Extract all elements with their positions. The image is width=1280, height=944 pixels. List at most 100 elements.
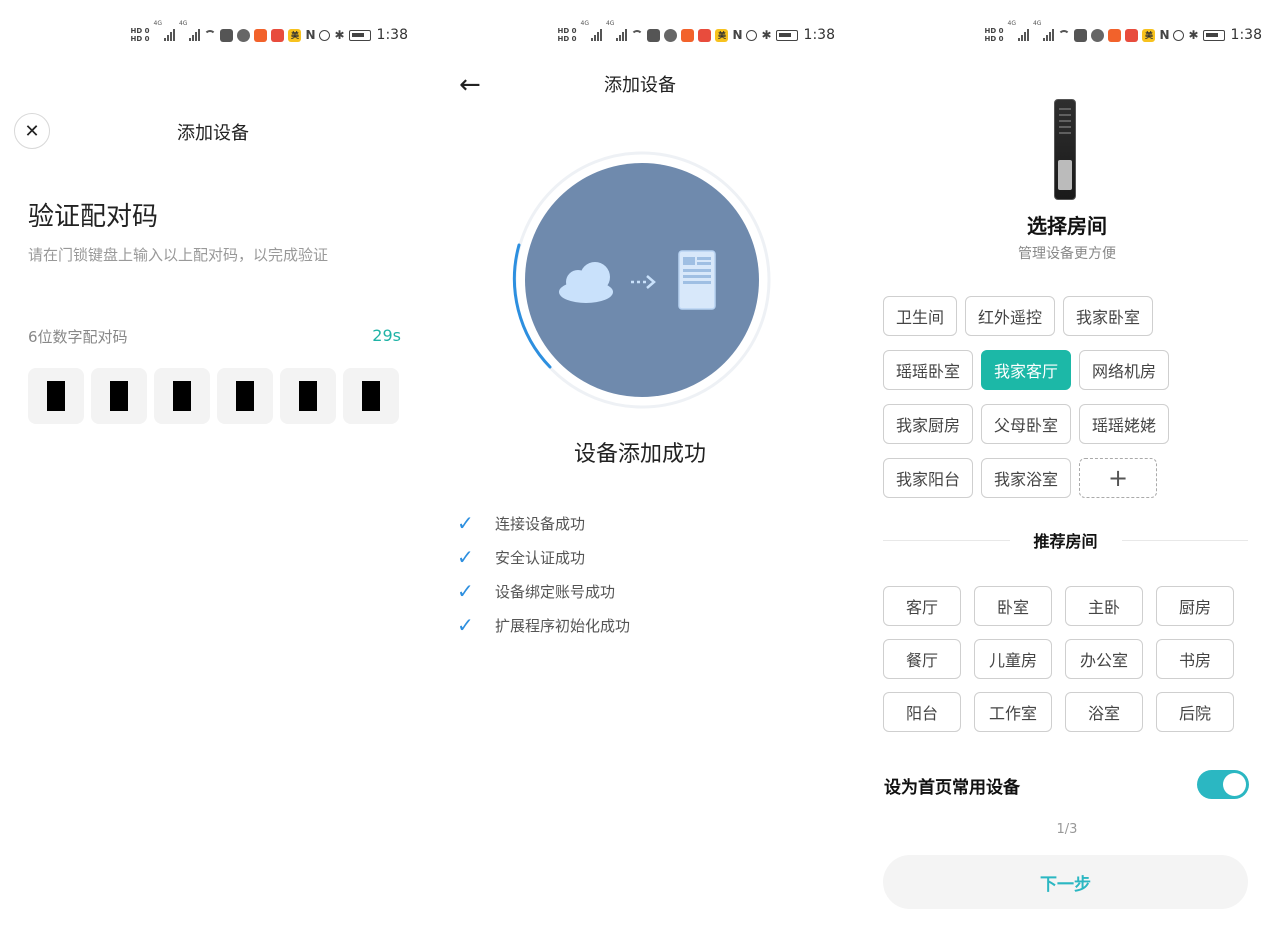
next-button[interactable]: 下一步: [883, 855, 1248, 909]
code-digit-box: [91, 368, 147, 424]
hd-top-label: HD 0: [985, 27, 1004, 35]
hd-indicator: HD 0HD 0: [131, 27, 150, 43]
device-icon: [679, 251, 715, 309]
wechat-icon: [1091, 29, 1104, 42]
signal-icon: [164, 29, 175, 41]
signal-icon: [1043, 29, 1054, 41]
hd-bottom-label: HD 0: [558, 35, 577, 43]
app-notification-icon: [254, 29, 267, 42]
select-room-screen: HD 0HD 0 4G 4G 美 N ✱ 1:38 选择房间 管理设备更方便 卫…: [854, 0, 1280, 944]
recommended-room-chip[interactable]: 书房: [1156, 639, 1234, 679]
countdown-timer: 29s: [372, 326, 401, 345]
alarm-icon: [746, 30, 757, 41]
step-label: 扩展程序初始化成功: [495, 615, 630, 636]
page-title: 选择房间: [854, 210, 1280, 239]
recommended-room-chip[interactable]: 餐厅: [883, 639, 961, 679]
room-chip[interactable]: 卫生间: [883, 296, 957, 336]
door-lock-image: [1054, 99, 1076, 200]
code-label: 6位数字配对码: [28, 326, 128, 347]
recommended-room-chip[interactable]: 浴室: [1065, 692, 1143, 732]
room-chip[interactable]: 网络机房: [1079, 350, 1169, 390]
nfc-icon: N: [305, 28, 315, 42]
code-digit-box: [280, 368, 336, 424]
wifi-icon: [1058, 30, 1070, 40]
add-success-screen: HD 0HD 0 4G 4G 美 N ✱ 1:38 ← 添加设备: [427, 0, 853, 944]
toggle-knob: [1223, 773, 1246, 796]
page-title: 添加设备: [427, 71, 853, 97]
network-type-1: 4G: [1008, 20, 1016, 27]
meituan-icon: 美: [288, 29, 301, 42]
battery-icon: [349, 30, 371, 41]
signal-icon: [616, 29, 627, 41]
room-chip-selected[interactable]: 我家客厅: [981, 350, 1071, 390]
code-digit-box: [154, 368, 210, 424]
divider-line: [883, 540, 1010, 541]
recommended-room-chip[interactable]: 办公室: [1065, 639, 1143, 679]
hd-top-label: HD 0: [558, 27, 577, 35]
battery-icon: [776, 30, 798, 41]
status-bar: HD 0HD 0 4G 4G 美 N ✱ 1:38: [558, 20, 835, 50]
redacted-digit: [362, 381, 380, 411]
redacted-digit: [47, 381, 65, 411]
status-time: 1:38: [377, 27, 408, 43]
code-digit-box: [28, 368, 84, 424]
wechat-icon: [237, 29, 250, 42]
check-icon: ✓: [457, 613, 479, 637]
hd-indicator: HD 0HD 0: [985, 27, 1004, 43]
recommended-title: 推荐房间: [1010, 528, 1122, 552]
plus-icon: +: [1108, 464, 1128, 492]
alarm-icon: [1173, 30, 1184, 41]
recommended-room-chip[interactable]: 主卧: [1065, 586, 1143, 626]
recommended-room-chip[interactable]: 厨房: [1156, 586, 1234, 626]
meituan-icon: 美: [1142, 29, 1155, 42]
verify-subtitle: 请在门锁键盘上输入以上配对码，以完成验证: [28, 244, 328, 265]
step-label: 连接设备成功: [495, 513, 585, 534]
app-notification-icon: [1074, 29, 1087, 42]
status-time: 1:38: [804, 27, 835, 43]
wechat-icon: [664, 29, 677, 42]
nfc-icon: N: [1159, 28, 1169, 42]
recommended-divider: 推荐房间: [883, 528, 1248, 552]
check-icon: ✓: [457, 545, 479, 569]
app-notification-icon: [220, 29, 233, 42]
step-list: ✓ 连接设备成功 ✓ 安全认证成功 ✓设备绑定账号成功 ✓ 扩展程序初始化成功: [457, 506, 630, 642]
add-room-button[interactable]: +: [1079, 458, 1157, 498]
room-chip[interactable]: 我家厨房: [883, 404, 973, 444]
check-icon: ✓: [457, 511, 479, 535]
success-title: 设备添加成功: [427, 436, 853, 468]
step-item: ✓ 扩展程序初始化成功: [457, 608, 630, 642]
room-chip[interactable]: 瑶瑶姥姥: [1079, 404, 1169, 444]
status-time: 1:38: [1231, 27, 1262, 43]
recommended-room-chip[interactable]: 卧室: [974, 586, 1052, 626]
room-chip[interactable]: 我家阳台: [883, 458, 973, 498]
room-chip[interactable]: 我家浴室: [981, 458, 1071, 498]
step-item: ✓设备绑定账号成功: [457, 574, 630, 608]
verify-heading: 验证配对码: [28, 196, 158, 233]
recommended-room-chip[interactable]: 工作室: [974, 692, 1052, 732]
recommended-room-chip[interactable]: 儿童房: [974, 639, 1052, 679]
step-label: 安全认证成功: [495, 547, 585, 568]
favorite-toggle-label: 设为首页常用设备: [884, 773, 1020, 798]
recommended-room-chip[interactable]: 客厅: [883, 586, 961, 626]
recommended-room-chip[interactable]: 后院: [1156, 692, 1234, 732]
battery-icon: [1203, 30, 1225, 41]
meituan-icon: 美: [715, 29, 728, 42]
hd-bottom-label: HD 0: [131, 35, 150, 43]
room-chip[interactable]: 我家卧室: [1063, 296, 1153, 336]
bluetooth-icon: ✱: [761, 28, 771, 42]
room-chip[interactable]: 父母卧室: [981, 404, 1071, 444]
app-notification-icon: [271, 29, 284, 42]
code-digit-box: [217, 368, 273, 424]
recommended-room-chip[interactable]: 阳台: [883, 692, 961, 732]
room-chip[interactable]: 瑶瑶卧室: [883, 350, 973, 390]
room-chip[interactable]: 红外遥控: [965, 296, 1055, 336]
code-input-group[interactable]: [28, 368, 399, 424]
redacted-digit: [110, 381, 128, 411]
hd-indicator: HD 0HD 0: [558, 27, 577, 43]
app-notification-icon: [647, 29, 660, 42]
bluetooth-icon: ✱: [334, 28, 344, 42]
app-notification-icon: [698, 29, 711, 42]
code-digit-box: [343, 368, 399, 424]
favorite-toggle[interactable]: [1197, 770, 1249, 799]
app-notification-icon: [1125, 29, 1138, 42]
